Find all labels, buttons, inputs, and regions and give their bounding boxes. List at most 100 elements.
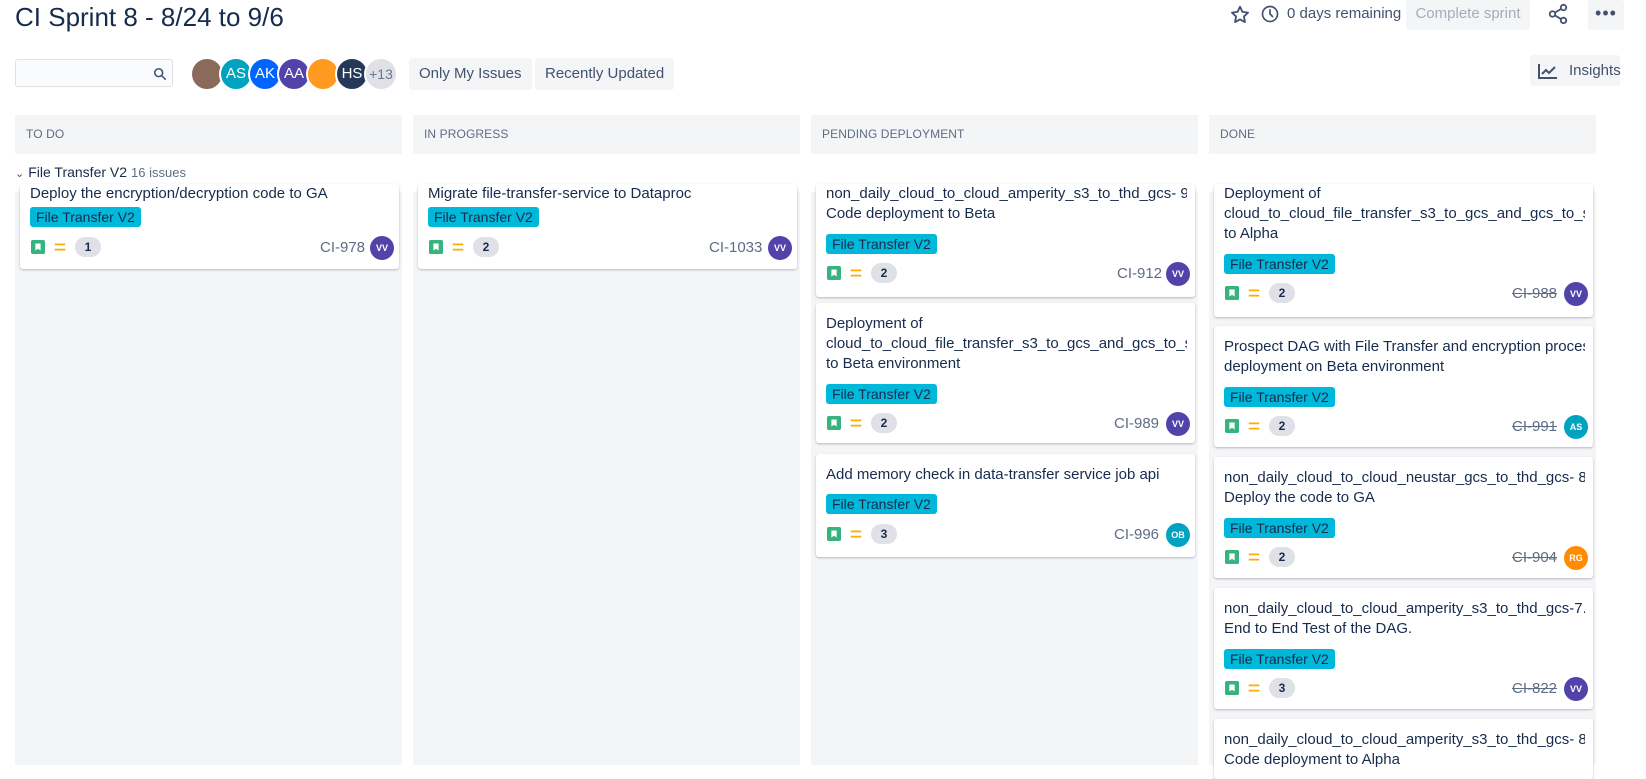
clock-icon xyxy=(1261,5,1279,23)
insights-button[interactable]: Insights xyxy=(1530,55,1621,86)
assignee-avatar[interactable]: VV xyxy=(370,236,394,260)
assignee-avatar[interactable]: VV xyxy=(1564,282,1588,306)
column-pending-deployment: non_daily_cloud_to_cloud_amperity_s3_to_… xyxy=(811,184,1198,765)
priority-medium-icon xyxy=(850,419,862,427)
story-points: 2 xyxy=(1269,416,1295,436)
epic-label: File Transfer V2 xyxy=(1224,254,1335,274)
issue-key[interactable]: CI-1033 xyxy=(709,239,762,256)
story-icon xyxy=(827,266,841,280)
issue-key[interactable]: CI-904 xyxy=(1512,549,1557,566)
assignee-avatar[interactable]: VV xyxy=(1564,677,1588,701)
epic-label: File Transfer V2 xyxy=(1224,649,1335,669)
issue-key[interactable]: CI-822 xyxy=(1512,680,1557,697)
story-points: 2 xyxy=(871,413,897,433)
story-points: 2 xyxy=(473,237,499,257)
issue-card[interactable]: Deployment of cloud_to_cloud_file_transf… xyxy=(816,303,1195,443)
card-title-line: non_daily_cloud_to_cloud_amperity_s3_to_… xyxy=(1224,731,1585,748)
issue-key[interactable]: CI-978 xyxy=(320,239,365,256)
assignee-avatar[interactable]: VV xyxy=(1166,412,1190,436)
issue-card[interactable]: non_daily_cloud_to_cloud_amperity_s3_to_… xyxy=(1214,719,1593,779)
card-title-line: Prospect DAG with File Transfer and encr… xyxy=(1224,338,1585,355)
card-title-line: non_daily_cloud_to_cloud_amperity_s3_to_… xyxy=(826,185,1187,202)
column-done: Deployment of cloud_to_cloud_file_transf… xyxy=(1209,184,1596,779)
swimlane-header[interactable]: ⌄ File Transfer V2 16 issues xyxy=(15,164,186,184)
story-points: 3 xyxy=(1269,678,1295,698)
story-icon xyxy=(429,240,443,254)
search-input[interactable] xyxy=(15,59,173,87)
column-header-in-progress: IN PROGRESS xyxy=(413,115,800,154)
priority-medium-icon xyxy=(54,243,66,251)
days-remaining: 0 days remaining xyxy=(1287,5,1402,22)
story-icon xyxy=(1225,286,1239,300)
priority-medium-icon xyxy=(1248,422,1260,430)
sprint-title: CI Sprint 8 - 8/24 to 9/6 xyxy=(15,2,284,32)
card-title-line: Deployment of xyxy=(826,315,923,332)
column-in-progress: Migrate file-transfer-service to Datapro… xyxy=(413,184,800,765)
issue-card[interactable]: Prospect DAG with File Transfer and encr… xyxy=(1214,326,1593,447)
card-title-line: Code deployment to Beta xyxy=(826,205,996,222)
card-title-line: Deployment of xyxy=(1224,185,1321,202)
complete-sprint-button[interactable]: Complete sprint xyxy=(1406,0,1530,30)
story-icon xyxy=(827,416,841,430)
priority-medium-icon xyxy=(1248,553,1260,561)
assignee-avatar[interactable]: AS xyxy=(1564,415,1588,439)
issue-card[interactable]: Deployment of cloud_to_cloud_file_transf… xyxy=(1214,184,1593,317)
card-title-line: Code deployment to Alpha xyxy=(1224,751,1400,768)
story-icon xyxy=(1225,550,1239,564)
epic-label: File Transfer V2 xyxy=(428,207,539,227)
assignee-avatar[interactable]: RG xyxy=(1564,546,1588,570)
story-points: 1 xyxy=(75,237,101,257)
story-icon xyxy=(827,527,841,541)
issue-key[interactable]: CI-996 xyxy=(1114,526,1159,543)
assignee-avatar[interactable]: OB xyxy=(1166,523,1190,547)
epic-label: File Transfer V2 xyxy=(1224,518,1335,538)
assignee-avatar[interactable]: VV xyxy=(1166,262,1190,286)
insights-label: Insights xyxy=(1569,62,1621,79)
column-header-pending-deployment: PENDING DEPLOYMENT xyxy=(811,115,1198,154)
recently-updated-filter[interactable]: Recently Updated xyxy=(535,58,675,90)
story-points: 2 xyxy=(871,263,897,283)
share-icon[interactable] xyxy=(1547,3,1569,25)
issue-key[interactable]: CI-991 xyxy=(1512,418,1557,435)
priority-medium-icon xyxy=(850,269,862,277)
epic-label: File Transfer V2 xyxy=(1224,387,1335,407)
card-title: Deploy the encryption/decryption code to… xyxy=(30,185,328,202)
star-icon[interactable] xyxy=(1229,4,1251,26)
issue-key[interactable]: CI-989 xyxy=(1114,415,1159,432)
card-title-line: Deploy the code to GA xyxy=(1224,489,1375,506)
epic-label: File Transfer V2 xyxy=(826,384,937,404)
issue-card[interactable]: Deploy the encryption/decryption code to… xyxy=(20,184,399,269)
column-header-done: DONE xyxy=(1209,115,1596,154)
issue-card[interactable]: non_daily_cloud_to_cloud_amperity_s3_to_… xyxy=(1214,588,1593,709)
more-actions-button[interactable]: ••• xyxy=(1588,0,1624,30)
priority-medium-icon xyxy=(1248,289,1260,297)
story-icon xyxy=(31,240,45,254)
story-icon xyxy=(1225,419,1239,433)
issue-key[interactable]: CI-988 xyxy=(1512,285,1557,302)
card-title-line: non_daily_cloud_to_cloud_neustar_gcs_to_… xyxy=(1224,469,1585,486)
assignee-avatar[interactable]: VV xyxy=(768,236,792,260)
more-avatars-button[interactable]: +13 xyxy=(364,57,398,91)
insights-icon xyxy=(1538,64,1557,79)
swimlane-name: File Transfer V2 xyxy=(28,164,128,180)
card-title-line: cloud_to_cloud_file_transfer_s3_to_gcs_a… xyxy=(826,335,1187,352)
issue-key[interactable]: CI-912 xyxy=(1117,265,1162,282)
story-points: 2 xyxy=(1269,283,1295,303)
epic-label: File Transfer V2 xyxy=(826,494,937,514)
issue-card[interactable]: non_daily_cloud_to_cloud_amperity_s3_to_… xyxy=(816,184,1195,297)
swimlane-count: 16 issues xyxy=(131,165,186,180)
priority-medium-icon xyxy=(1248,684,1260,692)
priority-medium-icon xyxy=(452,243,464,251)
issue-card[interactable]: Migrate file-transfer-service to Datapro… xyxy=(418,184,797,269)
issue-card[interactable]: non_daily_cloud_to_cloud_neustar_gcs_to_… xyxy=(1214,457,1593,578)
column-todo: Deploy the encryption/decryption code to… xyxy=(15,184,402,765)
only-my-issues-filter[interactable]: Only My Issues xyxy=(409,58,532,90)
issue-card[interactable]: Add memory check in data-transfer servic… xyxy=(816,454,1195,557)
card-title-line: Add memory check in data-transfer servic… xyxy=(826,466,1160,483)
story-icon xyxy=(1225,681,1239,695)
card-title-line: cloud_to_cloud_file_transfer_s3_to_gcs_a… xyxy=(1224,205,1585,222)
card-title-line: non_daily_cloud_to_cloud_amperity_s3_to_… xyxy=(1224,600,1585,617)
epic-label: File Transfer V2 xyxy=(826,234,937,254)
epic-label: File Transfer V2 xyxy=(30,207,141,227)
card-title-line: to Beta environment xyxy=(826,355,961,372)
